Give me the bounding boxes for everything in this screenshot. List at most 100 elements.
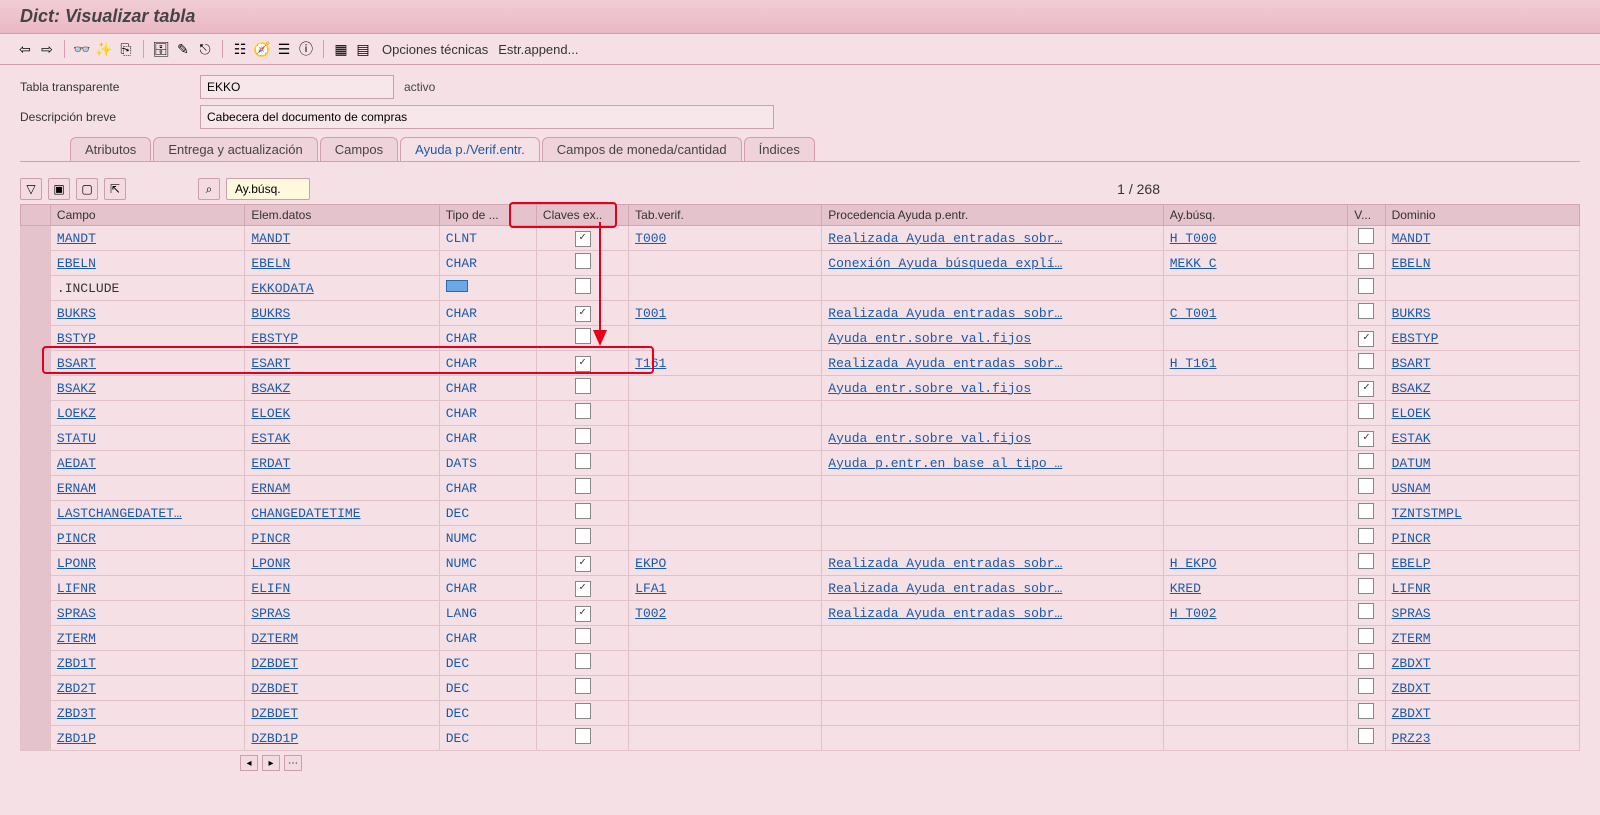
- table-row[interactable]: ZBD2TDZBDETDECZBDXT: [21, 676, 1580, 701]
- cell-dominio[interactable]: DATUM: [1385, 451, 1579, 476]
- tab-indices[interactable]: Índices: [744, 137, 815, 161]
- cell-clave[interactable]: ✓: [536, 576, 628, 601]
- table-row[interactable]: LOEKZELOEKCHARELOEK: [21, 401, 1580, 426]
- cell-proced[interactable]: Realizada Ayuda entradas sobr…: [822, 301, 1163, 326]
- cell-v[interactable]: [1348, 626, 1385, 651]
- cell-dominio[interactable]: MANDT: [1385, 226, 1579, 251]
- row-selector[interactable]: [21, 451, 51, 476]
- row-selector[interactable]: [21, 526, 51, 551]
- cell-aybusq[interactable]: [1163, 426, 1347, 451]
- cell-clave[interactable]: ✓: [536, 301, 628, 326]
- cell-clave[interactable]: ✓: [536, 226, 628, 251]
- cell-tipo-td[interactable]: CHAR: [439, 251, 536, 276]
- back-button[interactable]: ⇦: [16, 40, 34, 58]
- cell-tabverif[interactable]: [629, 451, 822, 476]
- cell-tabverif[interactable]: [629, 476, 822, 501]
- info-button[interactable]: ⓘ: [297, 40, 315, 58]
- cell-clave[interactable]: [536, 526, 628, 551]
- cell-tabverif[interactable]: [629, 251, 822, 276]
- cell-dominio[interactable]: ZBDXT: [1385, 701, 1579, 726]
- cell-campo[interactable]: SPRAS: [50, 601, 244, 626]
- cell-dominio[interactable]: [1385, 276, 1579, 301]
- table-row[interactable]: EBELNEBELNCHARConexión Ayuda búsqueda ex…: [21, 251, 1580, 276]
- cell-tabverif[interactable]: [629, 676, 822, 701]
- row-selector[interactable]: [21, 701, 51, 726]
- navigate-button[interactable]: 🧭: [253, 40, 271, 58]
- cell-elem[interactable]: CHANGEDATETIME: [245, 501, 439, 526]
- col-aybusq[interactable]: Ay.búsq.: [1163, 205, 1347, 226]
- cell-aybusq[interactable]: [1163, 501, 1347, 526]
- scroll-left-button[interactable]: ◂: [240, 755, 258, 771]
- cell-proced[interactable]: Realizada Ayuda entradas sobr…: [822, 601, 1163, 626]
- cell-aybusq[interactable]: [1163, 626, 1347, 651]
- cell-aybusq[interactable]: H_EKPO: [1163, 551, 1347, 576]
- cell-elem[interactable]: DZBDET: [245, 651, 439, 676]
- cell-tipo-td[interactable]: CHAR: [439, 351, 536, 376]
- cell-v[interactable]: [1348, 476, 1385, 501]
- cell-v[interactable]: [1348, 676, 1385, 701]
- where-used-button[interactable]: 🗄: [152, 40, 170, 58]
- cell-tabverif[interactable]: [629, 651, 822, 676]
- cell-clave[interactable]: [536, 701, 628, 726]
- cell-proced[interactable]: [822, 501, 1163, 526]
- cell-campo[interactable]: AEDAT: [50, 451, 244, 476]
- col-dominio[interactable]: Dominio: [1385, 205, 1579, 226]
- cell-campo[interactable]: LOEKZ: [50, 401, 244, 426]
- cell-elem[interactable]: SPRAS: [245, 601, 439, 626]
- row-selector[interactable]: [21, 276, 51, 301]
- cell-aybusq[interactable]: [1163, 726, 1347, 751]
- cell-proced[interactable]: Realizada Ayuda entradas sobr…: [822, 576, 1163, 601]
- cell-elem[interactable]: ESTAK: [245, 426, 439, 451]
- table-row[interactable]: BUKRSBUKRSCHAR✓T001Realizada Ayuda entra…: [21, 301, 1580, 326]
- list-button[interactable]: ☰: [275, 40, 293, 58]
- cell-campo[interactable]: ZTERM: [50, 626, 244, 651]
- cell-tipo-td[interactable]: DEC: [439, 676, 536, 701]
- cell-clave[interactable]: [536, 251, 628, 276]
- table-row[interactable]: SPRASSPRASLANG✓T002Realizada Ayuda entra…: [21, 601, 1580, 626]
- cell-dominio[interactable]: USNAM: [1385, 476, 1579, 501]
- cell-tabverif[interactable]: [629, 401, 822, 426]
- cell-elem[interactable]: EBSTYP: [245, 326, 439, 351]
- cell-tabverif[interactable]: [629, 501, 822, 526]
- table-row[interactable]: ZBD1PDZBD1PDECPRZ23: [21, 726, 1580, 751]
- cell-aybusq[interactable]: [1163, 376, 1347, 401]
- cell-proced[interactable]: Ayuda p.entr.en base al tipo …: [822, 451, 1163, 476]
- cell-aybusq[interactable]: H_T002: [1163, 601, 1347, 626]
- tab-atributos[interactable]: Atributos: [70, 137, 151, 161]
- cell-campo[interactable]: .INCLUDE: [50, 276, 244, 301]
- row-selector[interactable]: [21, 726, 51, 751]
- cell-tabverif[interactable]: [629, 626, 822, 651]
- append-structure-link[interactable]: Estr.append...: [498, 42, 578, 57]
- cell-elem[interactable]: ELIFN: [245, 576, 439, 601]
- cell-proced[interactable]: Realizada Ayuda entradas sobr…: [822, 226, 1163, 251]
- col-elem[interactable]: Elem.datos: [245, 205, 439, 226]
- row-selector[interactable]: [21, 376, 51, 401]
- col-proced[interactable]: Procedencia Ayuda p.entr.: [822, 205, 1163, 226]
- cell-dominio[interactable]: PINCR: [1385, 526, 1579, 551]
- table-row[interactable]: ZBD1TDZBDETDECZBDXT: [21, 651, 1580, 676]
- tab-entrega[interactable]: Entrega y actualización: [153, 137, 317, 161]
- cell-proced[interactable]: [822, 401, 1163, 426]
- forward-button[interactable]: ⇨: [38, 40, 56, 58]
- cell-clave[interactable]: [536, 326, 628, 351]
- cell-dominio[interactable]: ESTAK: [1385, 426, 1579, 451]
- cell-dominio[interactable]: TZNTSTMPL: [1385, 501, 1579, 526]
- cell-clave[interactable]: [536, 626, 628, 651]
- row-selector[interactable]: [21, 226, 51, 251]
- col-claves[interactable]: Claves ex..: [536, 205, 628, 226]
- cell-campo[interactable]: LASTCHANGEDATET…: [50, 501, 244, 526]
- short-desc-input[interactable]: [200, 105, 774, 129]
- cell-campo[interactable]: ERNAM: [50, 476, 244, 501]
- cell-proced[interactable]: Realizada Ayuda entradas sobr…: [822, 551, 1163, 576]
- row-selector[interactable]: [21, 351, 51, 376]
- cell-tipo-td[interactable]: CHAR: [439, 576, 536, 601]
- cell-proced[interactable]: [822, 726, 1163, 751]
- row-selector[interactable]: [21, 551, 51, 576]
- cell-dominio[interactable]: ZBDXT: [1385, 676, 1579, 701]
- row-selector[interactable]: [21, 301, 51, 326]
- cell-aybusq[interactable]: [1163, 526, 1347, 551]
- cell-aybusq[interactable]: [1163, 451, 1347, 476]
- table-row[interactable]: BSTYPEBSTYPCHARAyuda entr.sobre val.fijo…: [21, 326, 1580, 351]
- cell-tabverif[interactable]: [629, 326, 822, 351]
- cell-proced[interactable]: [822, 701, 1163, 726]
